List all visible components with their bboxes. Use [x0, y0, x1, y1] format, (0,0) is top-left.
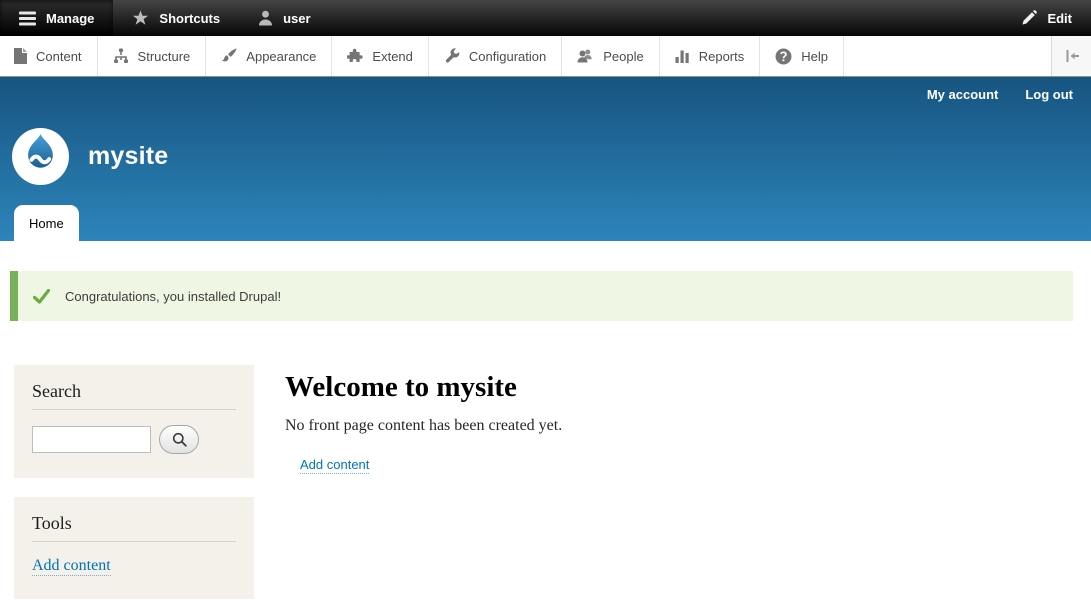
search-block: Search [14, 365, 254, 478]
menu-item-help[interactable]: Help [760, 36, 844, 76]
toolbar-item-edit[interactable]: Edit [1002, 0, 1091, 36]
page-title: Welcome to mysite [285, 371, 562, 404]
empty-frontpage-text: No front page content has been created y… [285, 417, 562, 435]
tools-block: Tools Add content [14, 497, 254, 599]
checkmark-icon [33, 289, 50, 304]
menu-item-label: People [603, 49, 643, 64]
star-icon [132, 10, 149, 26]
structure-icon [113, 48, 129, 64]
logout-link[interactable]: Log out [1025, 87, 1073, 102]
my-account-link[interactable]: My account [927, 87, 999, 102]
status-message-text: Congratulations, you installed Drupal! [65, 289, 281, 304]
primary-tabs: Home [14, 205, 79, 241]
configuration-icon [444, 48, 460, 64]
menu-item-reports[interactable]: Reports [660, 36, 761, 76]
admin-menu-tray: Content Structure Appearance Extend Conf… [0, 36, 1091, 77]
secondary-menu: My account Log out [927, 87, 1073, 102]
menu-item-appearance[interactable]: Appearance [206, 36, 332, 76]
tray-spacer [844, 36, 1051, 76]
extend-icon [347, 48, 363, 64]
menu-item-label: Configuration [469, 49, 546, 64]
toolbar-item-shortcuts[interactable]: Shortcuts [113, 0, 239, 36]
main-content: Welcome to mysite No front page content … [285, 365, 562, 474]
drupal-logo[interactable] [12, 128, 69, 185]
toolbar-spacer [330, 0, 1003, 36]
site-header: My account Log out mysite Home [0, 77, 1091, 241]
toolbar-item-user[interactable]: user [239, 0, 329, 36]
reports-icon [675, 48, 690, 64]
menu-item-label: Structure [138, 49, 191, 64]
site-name[interactable]: mysite [88, 142, 168, 171]
menu-item-configuration[interactable]: Configuration [429, 36, 562, 76]
toolbar-item-label: user [283, 11, 310, 26]
help-icon [775, 48, 792, 65]
block-divider [32, 541, 236, 542]
search-button[interactable] [159, 425, 199, 454]
sidebar-first: Search Tools Add content [14, 365, 254, 599]
pencil-icon [1021, 10, 1037, 26]
tab-home[interactable]: Home [14, 205, 79, 241]
site-branding: mysite [12, 128, 168, 185]
people-icon [577, 48, 594, 64]
toolbar-item-label: Edit [1047, 11, 1072, 26]
menu-item-label: Extend [372, 49, 412, 64]
page-content: Search Tools Add content Welcome to mysi… [14, 365, 1073, 599]
tools-block-title: Tools [32, 513, 236, 534]
search-form [32, 425, 236, 454]
search-input[interactable] [32, 426, 151, 453]
menu-icon [19, 11, 36, 26]
block-divider [32, 409, 236, 410]
search-block-title: Search [32, 381, 236, 402]
search-icon [172, 432, 187, 447]
menu-item-label: Appearance [246, 49, 316, 64]
appearance-icon [221, 48, 237, 64]
menu-item-label: Help [801, 49, 828, 64]
toolbar-item-label: Manage [46, 11, 94, 26]
action-link-item: Add content [300, 456, 562, 474]
menu-item-extend[interactable]: Extend [332, 36, 428, 76]
status-message: Congratulations, you installed Drupal! [10, 271, 1073, 321]
admin-toolbar: Manage Shortcuts user Edit [0, 0, 1091, 36]
user-icon [258, 10, 273, 26]
arrow-to-bar-icon [1063, 48, 1081, 64]
add-content-link[interactable]: Add content [300, 457, 369, 474]
menu-item-label: Reports [699, 49, 745, 64]
menu-item-structure[interactable]: Structure [98, 36, 207, 76]
menu-item-label: Content [36, 49, 82, 64]
tools-add-content-link[interactable]: Add content [32, 557, 111, 576]
toolbar-orientation-toggle[interactable] [1051, 36, 1091, 76]
action-links: Add content [285, 456, 562, 474]
toolbar-item-manage[interactable]: Manage [0, 0, 113, 36]
menu-item-people[interactable]: People [562, 36, 659, 76]
content-icon [13, 48, 27, 64]
menu-item-content[interactable]: Content [0, 36, 98, 76]
toolbar-item-label: Shortcuts [159, 11, 220, 26]
